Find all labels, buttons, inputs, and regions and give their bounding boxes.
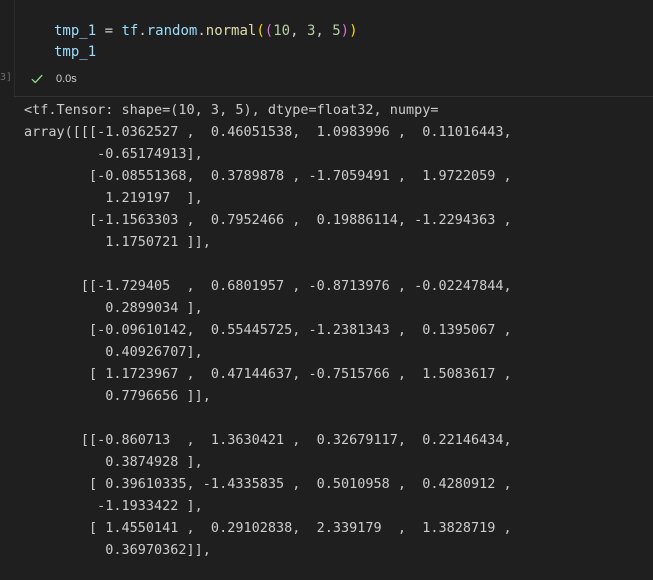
output-line: 0.36970362]], <box>24 542 211 558</box>
code-token-comma: , <box>290 23 307 39</box>
code-token-bracket: ( <box>264 23 274 39</box>
code-token-comma: , <box>315 23 333 39</box>
output-line: [ 1.1723967 , 0.47144637, -0.7515766 , 1… <box>24 366 512 382</box>
output-line: <tf.Tensor: shape=(10, 3, 5), dtype=floa… <box>24 102 439 118</box>
cell-gutter: 3] <box>0 0 15 96</box>
code-token-bracket: ) <box>349 23 358 39</box>
code-token-number: 10 <box>273 23 291 39</box>
output-line: [-0.09610142, 0.55445725, -1.2381343 , 0… <box>24 322 512 338</box>
output-line: 0.3874928 ], <box>24 454 203 470</box>
execution-status: 0.0s <box>30 70 77 88</box>
execution-duration: 0.0s <box>56 73 77 85</box>
code-token-var: tmp_1 <box>54 23 97 39</box>
output-line: 1.219197 ], <box>24 190 203 206</box>
output-line: 0.40926707], <box>24 344 203 360</box>
notebook-page: 3] tmp_1 = tf.random.normal((10, 3, 5)) … <box>0 0 653 580</box>
output-line: [-0.08551368, 0.3789878 , -1.7059491 , 1… <box>24 168 512 184</box>
code-token-var: tmp_1 <box>54 44 97 60</box>
code-line-1: tmp_1 = tf.random.normal((10, 3, 5)) <box>54 21 358 41</box>
output-line: [ 0.39610335, -1.4335835 , 0.5010958 , 0… <box>24 476 512 492</box>
code-token-func: normal <box>205 23 257 39</box>
code-token-number: 5 <box>332 23 341 39</box>
output-line: array([[[-1.0362527 , 0.46051538, 1.0983… <box>24 124 512 140</box>
code-cell[interactable]: 3] tmp_1 = tf.random.normal((10, 3, 5)) … <box>0 0 653 96</box>
output-line: [ 1.4550141 , 0.29102838, 2.339179 , 1.3… <box>24 520 512 536</box>
output-line: -0.65174913], <box>24 146 203 162</box>
check-icon <box>31 74 43 84</box>
code-token-eq: = <box>96 23 122 39</box>
output-line: 0.2899034 ], <box>24 300 203 316</box>
code-token-module: tf <box>121 23 139 39</box>
output-line: [[-1.729405 , 0.6801957 , -0.8713976 , -… <box>24 278 512 294</box>
output-line: -1.1933422 ], <box>24 498 203 514</box>
code-line-2: tmp_1 <box>54 42 96 62</box>
cell-output[interactable]: <tf.Tensor: shape=(10, 3, 5), dtype=floa… <box>14 96 653 580</box>
code-token-bracket: ) <box>340 23 350 39</box>
code-editor[interactable]: tmp_1 = tf.random.normal((10, 3, 5)) tmp… <box>18 0 653 66</box>
output-line: 1.1750721 ]], <box>24 234 211 250</box>
code-token-dot: . <box>138 23 147 39</box>
output-text: <tf.Tensor: shape=(10, 3, 5), dtype=floa… <box>24 99 512 561</box>
output-line: [-1.1563303 , 0.7952466 , 0.19886114, -1… <box>24 212 512 228</box>
output-line: 0.7796656 ]], <box>24 388 211 404</box>
execution-count: 3] <box>0 72 13 83</box>
code-token-submodule: random <box>146 23 198 39</box>
output-line: [[-0.860713 , 1.3630421 , 0.32679117, 0.… <box>24 432 512 448</box>
code-token-bracket: ( <box>256 23 265 39</box>
code-token-dot: . <box>197 23 206 39</box>
